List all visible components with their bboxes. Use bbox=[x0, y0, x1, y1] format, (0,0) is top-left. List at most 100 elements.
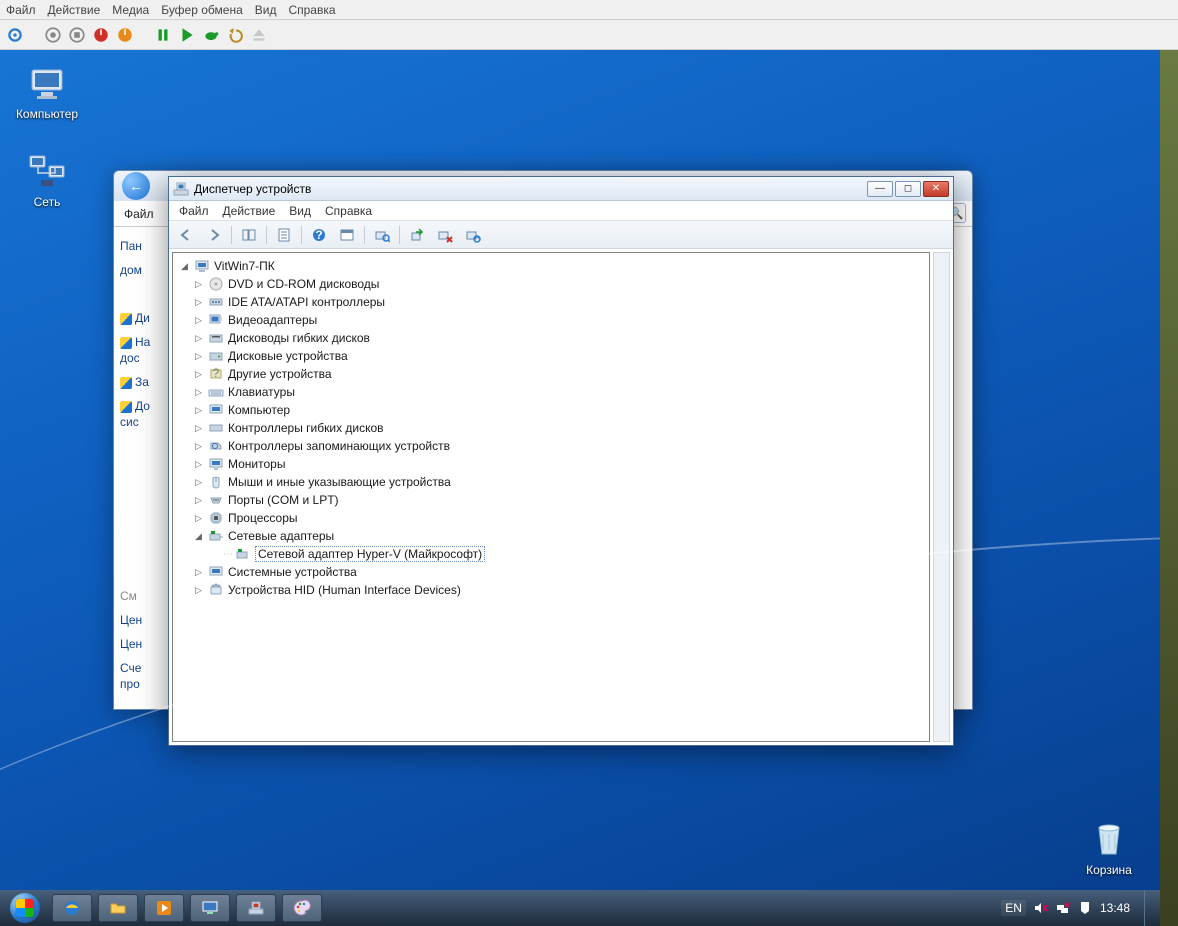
expand-icon[interactable]: ▷ bbox=[193, 315, 204, 326]
expand-icon[interactable]: ▷ bbox=[193, 405, 204, 416]
tree-item-network[interactable]: ◢Сетевые адаптеры bbox=[175, 527, 927, 545]
power-orange-icon[interactable] bbox=[116, 26, 134, 44]
tree-item-cpu[interactable]: ▷Процессоры bbox=[175, 509, 927, 527]
cp-side-center2[interactable]: Цен bbox=[120, 637, 172, 651]
tree-item-storage-ctrl[interactable]: ▷Контроллеры запоминающих устройств bbox=[175, 437, 927, 455]
cp-side-protect[interactable]: За bbox=[120, 375, 172, 389]
record-stop-icon[interactable] bbox=[44, 26, 62, 44]
cp-side-panel[interactable]: Пан bbox=[120, 239, 172, 253]
cp-side-center1[interactable]: Цен bbox=[120, 613, 172, 627]
taskbar-ie[interactable] bbox=[52, 894, 92, 922]
host-menu-file[interactable]: Файл bbox=[6, 3, 36, 17]
show-desktop-button[interactable] bbox=[1144, 890, 1156, 926]
cp-tab-file[interactable]: Файл bbox=[124, 207, 154, 221]
pause-icon[interactable] bbox=[154, 26, 172, 44]
nav-forward-icon[interactable] bbox=[203, 224, 225, 246]
expand-icon[interactable]: ▷ bbox=[193, 495, 204, 506]
nav-back-icon[interactable] bbox=[175, 224, 197, 246]
dm-menu-help[interactable]: Справка bbox=[325, 204, 372, 218]
collapse-icon[interactable]: ◢ bbox=[193, 531, 204, 542]
tree-item-dvd[interactable]: ▷DVD и CD-ROM дисководы bbox=[175, 275, 927, 293]
action-center-icon[interactable] bbox=[1078, 901, 1092, 915]
play-icon[interactable] bbox=[178, 26, 196, 44]
properties-icon[interactable] bbox=[273, 224, 295, 246]
undo-icon[interactable] bbox=[226, 26, 244, 44]
taskbar-control-panel[interactable] bbox=[190, 894, 230, 922]
language-indicator[interactable]: EN bbox=[1001, 900, 1026, 916]
disable-device-icon[interactable] bbox=[462, 224, 484, 246]
cp-side-display[interactable]: Ди bbox=[120, 311, 172, 325]
desktop-icon-computer[interactable]: Компьютер bbox=[10, 64, 84, 121]
back-button[interactable]: ← bbox=[122, 172, 150, 200]
device-manager-window[interactable]: Диспетчер устройств — ◻ ✕ Файл Действие … bbox=[168, 176, 954, 746]
power-red-icon[interactable] bbox=[92, 26, 110, 44]
turtle-icon[interactable] bbox=[202, 26, 220, 44]
taskbar-explorer[interactable] bbox=[98, 894, 138, 922]
tree-item-keyboard[interactable]: ▷Клавиатуры bbox=[175, 383, 927, 401]
host-menu-media[interactable]: Медиа bbox=[112, 3, 149, 17]
collapse-icon[interactable]: ◢ bbox=[179, 261, 190, 272]
expand-icon[interactable]: ▷ bbox=[193, 567, 204, 578]
help-icon[interactable]: ? bbox=[308, 224, 330, 246]
host-menu-view[interactable]: Вид bbox=[255, 3, 277, 17]
expand-icon[interactable]: ▷ bbox=[193, 333, 204, 344]
tree-item-disk[interactable]: ▷Дисковые устройства bbox=[175, 347, 927, 365]
dm-menu-view[interactable]: Вид bbox=[289, 204, 311, 218]
host-menu-action[interactable]: Действие bbox=[48, 3, 101, 17]
tree-item-computer[interactable]: ▷Компьютер bbox=[175, 401, 927, 419]
tree-root[interactable]: ◢ VitWin7-ПК bbox=[175, 257, 927, 275]
device-tree[interactable]: ◢ VitWin7-ПК ▷DVD и CD-ROM дисководы ▷ID… bbox=[172, 252, 930, 742]
cp-side-acc[interactable]: Сче bbox=[120, 661, 172, 675]
tree-item-video[interactable]: ▷Видеоадаптеры bbox=[175, 311, 927, 329]
expand-icon[interactable]: ▷ bbox=[193, 441, 204, 452]
expand-icon[interactable]: ▷ bbox=[193, 459, 204, 470]
calendar-icon[interactable] bbox=[336, 224, 358, 246]
tree-item-hid[interactable]: ▷Устройства HID (Human Interface Devices… bbox=[175, 581, 927, 599]
uninstall-device-icon[interactable] bbox=[434, 224, 456, 246]
tree-item-floppy-ctrl[interactable]: ▷Контроллеры гибких дисков bbox=[175, 419, 927, 437]
scan-hardware-icon[interactable] bbox=[371, 224, 393, 246]
dm-menu-file[interactable]: Файл bbox=[179, 204, 209, 218]
tree-item-mouse[interactable]: ▷Мыши и иные указывающие устройства bbox=[175, 473, 927, 491]
settings-icon[interactable] bbox=[6, 26, 24, 44]
tree-item-ide[interactable]: ▷IDE ATA/ATAPI контроллеры bbox=[175, 293, 927, 311]
tree-item-other[interactable]: ▷?Другие устройства bbox=[175, 365, 927, 383]
stop-icon[interactable] bbox=[68, 26, 86, 44]
dm-menu-action[interactable]: Действие bbox=[223, 204, 276, 218]
expand-icon[interactable]: ▷ bbox=[193, 369, 204, 380]
cp-side-extra[interactable]: До bbox=[120, 399, 172, 413]
start-button[interactable] bbox=[4, 892, 46, 924]
cp-side-home[interactable]: дом bbox=[120, 263, 172, 277]
network-disconnected-icon[interactable] bbox=[1056, 901, 1070, 915]
close-button[interactable]: ✕ bbox=[923, 181, 949, 197]
expand-icon[interactable]: ▷ bbox=[193, 477, 204, 488]
expand-icon[interactable]: ▷ bbox=[193, 279, 204, 290]
volume-muted-icon[interactable] bbox=[1034, 901, 1048, 915]
expand-icon[interactable]: ▷ bbox=[193, 513, 204, 524]
host-menu-clipboard[interactable]: Буфер обмена bbox=[161, 3, 243, 17]
host-menu-help[interactable]: Справка bbox=[288, 3, 335, 17]
cp-side-settings[interactable]: На bbox=[120, 335, 172, 349]
desktop-icon-network[interactable]: Сеть bbox=[10, 152, 84, 209]
desktop-icon-recycle[interactable]: Корзина bbox=[1072, 820, 1146, 877]
expand-icon[interactable]: ▷ bbox=[193, 351, 204, 362]
tree-item-system[interactable]: ▷Системные устройства bbox=[175, 563, 927, 581]
taskbar-devmgr[interactable] bbox=[236, 894, 276, 922]
taskbar-paint[interactable] bbox=[282, 894, 322, 922]
show-hide-tree-icon[interactable] bbox=[238, 224, 260, 246]
expand-icon[interactable]: ▷ bbox=[193, 423, 204, 434]
vertical-scrollbar[interactable] bbox=[933, 252, 950, 742]
tree-item-monitor[interactable]: ▷Мониторы bbox=[175, 455, 927, 473]
tree-item-ports[interactable]: ▷Порты (COM и LPT) bbox=[175, 491, 927, 509]
tree-item-floppy[interactable]: ▷Дисководы гибких дисков bbox=[175, 329, 927, 347]
tree-item-network-hyperv[interactable]: ⋯Сетевой адаптер Hyper-V (Майкрософт) bbox=[175, 545, 927, 563]
maximize-button[interactable]: ◻ bbox=[895, 181, 921, 197]
taskbar[interactable]: EN 13:48 bbox=[0, 890, 1160, 926]
expand-icon[interactable]: ▷ bbox=[193, 585, 204, 596]
update-driver-icon[interactable] bbox=[406, 224, 428, 246]
minimize-button[interactable]: — bbox=[867, 181, 893, 197]
taskbar-media[interactable] bbox=[144, 894, 184, 922]
dm-titlebar[interactable]: Диспетчер устройств — ◻ ✕ bbox=[169, 177, 953, 201]
system-tray[interactable]: EN 13:48 bbox=[1001, 900, 1138, 916]
expand-icon[interactable]: ▷ bbox=[193, 387, 204, 398]
